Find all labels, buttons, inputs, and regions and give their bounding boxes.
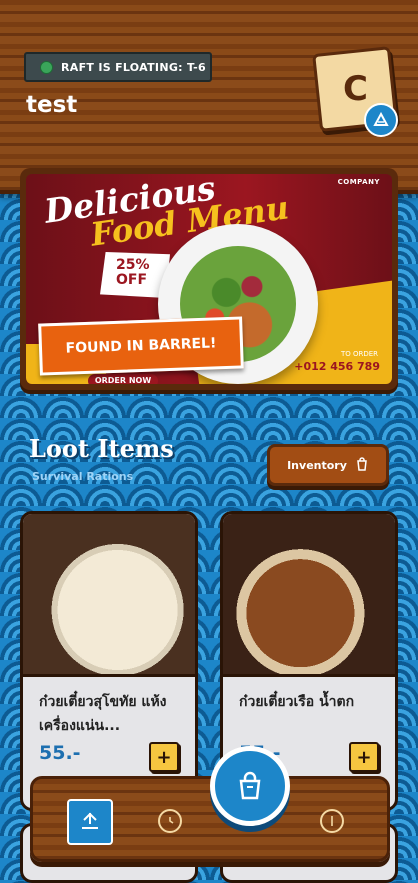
coin-icon[interactable] (320, 809, 344, 833)
inventory-button[interactable]: Inventory (267, 444, 389, 486)
item-price: 55.- (39, 742, 81, 764)
item-name: ก๋วยเตี๋ยวสุโขทัย แห้ง เครื่องแน่น... (39, 694, 167, 734)
player-name: test (26, 92, 78, 118)
wooden-header: RAFT IS FLOATING: T-6 test C (0, 0, 418, 194)
status-indicator-dot (40, 60, 53, 74)
loot-card[interactable]: ก๋วยเตี๋ยวสุโขทัย แห้ง เครื่องแน่น... 55… (20, 511, 198, 811)
banner-discount-suffix: OFF (116, 272, 148, 288)
boat-noodle-image (223, 514, 395, 677)
banner-phone-label: TO ORDER (340, 350, 378, 358)
banner-order-label: ORDER NOW (88, 374, 158, 384)
raft-status-pill: RAFT IS FLOATING: T-6 (24, 52, 212, 82)
clock-icon[interactable] (158, 809, 182, 833)
bag-icon (239, 771, 261, 800)
item-name: ก๋วยเตี๋ยวเรือ น้ำตก (239, 694, 355, 710)
section-subtitle: Survival Rations (32, 470, 134, 483)
inventory-button-label: Inventory (287, 458, 347, 472)
banner-company: COMPANY (337, 178, 380, 186)
cart-button[interactable] (210, 746, 290, 826)
banner-discount-value: 25% (116, 257, 150, 273)
section-title: Loot Items (29, 434, 174, 463)
add-to-cart-button[interactable]: + (149, 742, 179, 772)
raft-icon (364, 103, 398, 137)
noodle-soup-image (23, 514, 195, 677)
banner-phone: +012 456 789 (294, 360, 380, 373)
raft-icon[interactable] (67, 799, 113, 845)
avatar-letter: C (342, 69, 368, 110)
found-in-barrel-badge: FOUND IN BARREL! (38, 316, 244, 376)
bag-icon (355, 456, 369, 474)
add-to-cart-button[interactable]: + (349, 742, 379, 772)
raft-status-text: RAFT IS FLOATING: T-6 (61, 60, 206, 74)
